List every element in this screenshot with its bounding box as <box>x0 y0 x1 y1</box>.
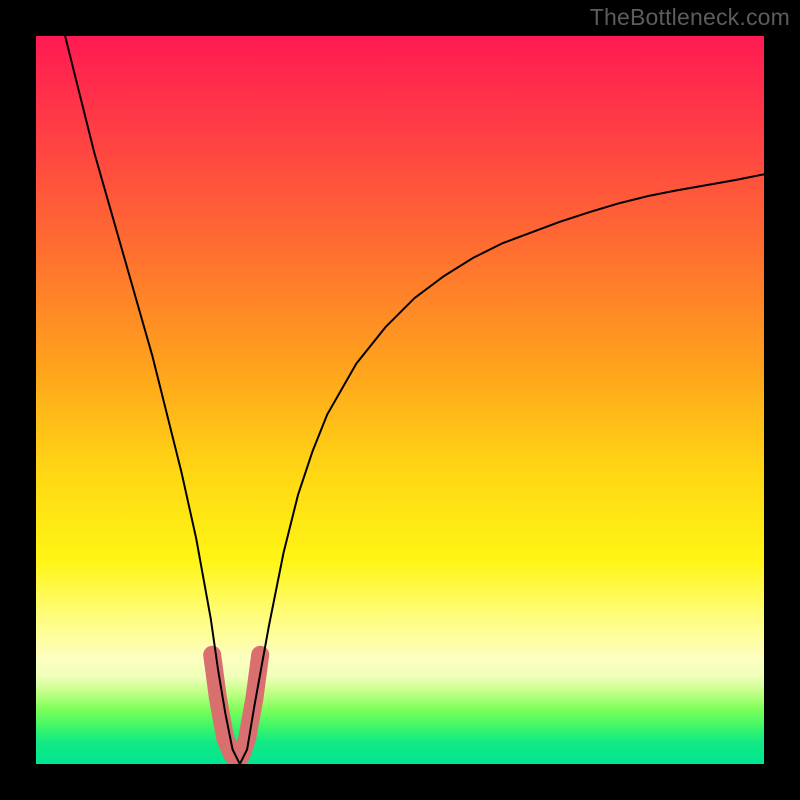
main-curve-series <box>65 36 764 764</box>
chart-svg <box>36 36 764 764</box>
chart-plot-area <box>36 36 764 764</box>
highlight-u-series <box>212 655 260 758</box>
watermark-text: TheBottleneck.com <box>590 4 790 31</box>
chart-frame: TheBottleneck.com <box>0 0 800 800</box>
